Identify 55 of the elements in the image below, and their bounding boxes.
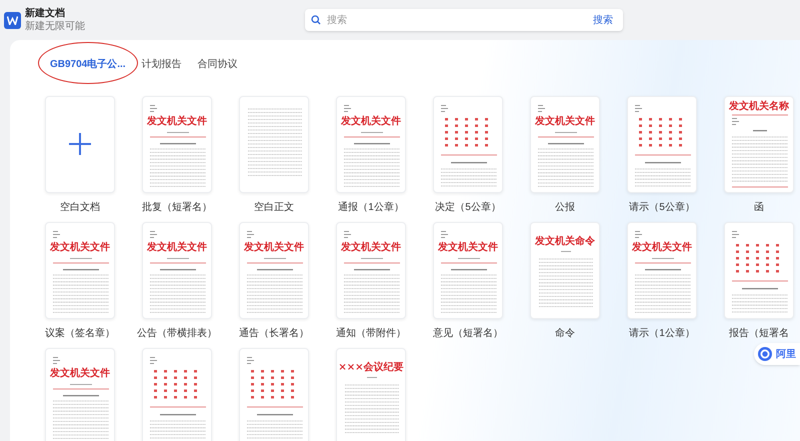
category-tab[interactable]: 合同协议: [198, 57, 238, 72]
template-label: 批复（短署名）: [142, 200, 212, 215]
category-tab[interactable]: GB9704电子公...: [50, 57, 126, 72]
template-card[interactable]: 发文机关文件: [142, 222, 212, 319]
document-heading: 发文机关命令: [534, 236, 596, 248]
template-label: 报告（短署名: [729, 326, 789, 341]
template-label: 公报: [555, 200, 575, 215]
search-field[interactable]: 搜索 搜索: [305, 9, 623, 31]
template-label: 请示（1公章）: [629, 326, 695, 341]
document-heading: 发文机关文件: [48, 242, 111, 254]
category-tab[interactable]: 计划报告: [142, 57, 182, 72]
document-heading: 发文机关文件: [146, 116, 208, 128]
template-card[interactable]: ×××会议纪要: [336, 348, 406, 441]
template-label: 通知（带附件）: [336, 326, 406, 341]
template-card[interactable]: 发文机关名称: [724, 96, 794, 193]
document-heading: 发文机关文件: [48, 368, 111, 380]
document-heading: 发文机关名称: [728, 101, 790, 113]
template-card[interactable]: 发文机关文件: [530, 96, 600, 193]
document-heading: 发文机关文件: [436, 242, 499, 254]
template-label: 空白正文: [254, 200, 294, 215]
template-card[interactable]: 发文机关文件: [627, 222, 697, 319]
app-subtitle: 新建无限可能: [25, 20, 85, 33]
plus-icon: [69, 133, 91, 155]
template-card[interactable]: 发文机关文件: [336, 96, 406, 193]
template-card[interactable]: 发文机关文件: [336, 222, 406, 319]
template-label: 决定（5公章）: [435, 200, 501, 215]
template-label: 空白文档: [60, 200, 100, 215]
template-card[interactable]: 发文机关命令: [530, 222, 600, 319]
search-button[interactable]: 搜索: [589, 12, 617, 28]
template-label: 议案（签名章）: [45, 326, 115, 341]
app-title: 新建文档: [25, 7, 66, 20]
assistant-label: 阿里: [776, 348, 796, 362]
document-heading: 发文机关文件: [146, 242, 208, 254]
template-label: 通报（1公章）: [338, 200, 404, 215]
template-label: 命令: [555, 327, 575, 341]
document-heading: 发文机关文件: [340, 242, 402, 254]
assistant-button[interactable]: 阿里: [754, 343, 800, 365]
template-label: 通告（长署名）: [239, 326, 309, 341]
template-label: 函: [754, 201, 764, 215]
document-heading: 发文机关文件: [630, 242, 693, 254]
search-icon: [311, 15, 321, 25]
template-card[interactable]: 发文机关文件: [45, 348, 115, 441]
template-card[interactable]: 发文机关文件: [142, 96, 212, 193]
document-heading: ×××会议纪要: [337, 362, 405, 374]
document-heading: 发文机关文件: [340, 116, 402, 128]
app-logo-icon: [4, 12, 21, 28]
template-label: 公告（带横排表）: [137, 326, 217, 341]
template-card[interactable]: 发文机关文件: [45, 222, 115, 319]
assistant-icon: [757, 346, 773, 362]
template-label: 请示（5公章）: [629, 200, 695, 215]
template-card[interactable]: 发文机关文件: [433, 222, 503, 319]
template-card[interactable]: 发文机关文件: [239, 222, 309, 319]
document-heading: 发文机关文件: [242, 242, 305, 254]
document-heading: 发文机关文件: [534, 116, 596, 128]
template-label: 意见（短署名）: [433, 326, 503, 341]
